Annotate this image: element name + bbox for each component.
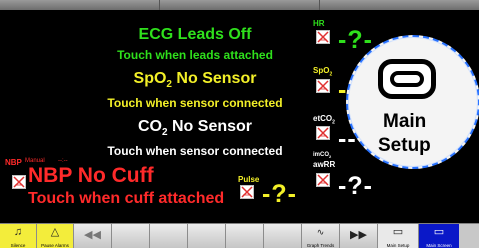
spo2-param-label: SpO2 xyxy=(313,66,332,78)
spo2-alarm-title-rest: No Sensor xyxy=(171,70,257,87)
pulse-no-data-icon[interactable] xyxy=(240,185,254,199)
status-segment xyxy=(320,0,479,10)
silence-icon: ♫ xyxy=(13,226,23,238)
magnifier-label-main: Main xyxy=(383,111,427,132)
nbp-alarm-title[interactable]: NBP No Cuff xyxy=(28,164,168,188)
hr-label: HR xyxy=(313,19,325,28)
toolbar-empty-slot[interactable] xyxy=(150,224,188,248)
status-segment xyxy=(160,0,320,10)
toolbar-empty-slot[interactable] xyxy=(226,224,264,248)
nbp-alarm-subtitle[interactable]: Touch when cuff attached xyxy=(28,190,248,208)
status-segment xyxy=(0,0,160,10)
awrr-label: awRR xyxy=(313,160,336,169)
nbp-label: NBP xyxy=(5,158,22,167)
hr-value[interactable]: -?- xyxy=(338,26,373,55)
nbp-mode-label: Manual xyxy=(25,158,45,164)
co2-alarm-title-rest: No Sensor xyxy=(167,118,253,135)
spo2-alarm-title-text: SpO xyxy=(133,70,167,87)
main-screen-button[interactable]: ▭ Main Screen xyxy=(419,224,459,248)
graph-trends-button[interactable]: ∿ Graph Trends xyxy=(302,224,340,248)
scroll-left-button[interactable]: ◀◀ xyxy=(74,224,112,248)
imco2-label: imCO2 xyxy=(313,152,331,159)
co2-alarm-title-text: CO xyxy=(137,118,162,135)
double-chevron-left-icon: ◀◀ xyxy=(84,229,101,241)
etco2-label-text: etCO xyxy=(313,114,333,123)
silence-label: Silence xyxy=(10,243,26,248)
toolbar-empty-slot[interactable] xyxy=(264,224,302,248)
double-chevron-right-icon: ▶▶ xyxy=(350,229,367,241)
graph-trends-icon: ∿ xyxy=(316,227,325,237)
awrr-no-data-icon[interactable] xyxy=(316,173,330,187)
co2-alarm-subtitle[interactable]: Touch when sensor connected xyxy=(50,144,340,158)
bottom-toolbar: ♫ Silence △ Pause Alarms ◀◀ ∿ Graph Tren… xyxy=(0,223,479,248)
etco2-label-sub: 2 xyxy=(332,119,335,126)
pulse-value[interactable]: -?- xyxy=(262,180,297,209)
pause-alarms-button[interactable]: △ Pause Alarms xyxy=(37,224,74,248)
nbp-time-label: --:-- xyxy=(58,158,68,164)
imco2-label-sub: 2 xyxy=(329,154,332,160)
etco2-label: etCO2 xyxy=(313,114,335,126)
ecg-alarm-subtitle[interactable]: Touch when leads attached xyxy=(50,48,340,62)
spo2-alarm-title[interactable]: SpO2 No Sensor xyxy=(80,70,310,90)
scroll-right-button[interactable]: ▶▶ xyxy=(340,224,378,248)
spo2-no-data-icon[interactable] xyxy=(316,79,330,93)
hr-no-data-icon[interactable] xyxy=(316,30,330,44)
main-setup-zoom-icon xyxy=(378,59,436,99)
imco2-label-text: imCO xyxy=(313,152,330,158)
ecg-alarm-title[interactable]: ECG Leads Off xyxy=(80,26,310,44)
pause-alarms-label: Pause Alarms xyxy=(41,243,69,248)
co2-alarm-title[interactable]: CO2 No Sensor xyxy=(80,118,310,138)
main-setup-icon: ▭ xyxy=(392,226,404,238)
main-setup-button[interactable]: ▭ Main Setup xyxy=(378,224,419,248)
etco2-no-data-icon[interactable] xyxy=(316,126,330,140)
main-setup-label: Main Setup xyxy=(386,243,410,248)
graph-trends-label: Graph Trends xyxy=(306,243,335,248)
top-status-bar xyxy=(0,0,479,10)
silence-button[interactable]: ♫ Silence xyxy=(0,224,37,248)
spo2-param-label-text: SpO xyxy=(313,66,330,75)
alarm-bell-icon: △ xyxy=(50,226,60,238)
pulse-label: Pulse xyxy=(238,175,260,184)
main-screen-label: Main Screen xyxy=(426,243,452,248)
toolbar-empty-slot[interactable] xyxy=(112,224,150,248)
main-setup-magnifier: Main Setup xyxy=(346,35,479,169)
toolbar-empty-slot[interactable] xyxy=(188,224,226,248)
spo2-param-label-sub: 2 xyxy=(329,71,333,78)
awrr-value[interactable]: -?- xyxy=(338,172,373,201)
main-screen-icon: ▭ xyxy=(433,226,445,238)
spo2-alarm-subtitle[interactable]: Touch when sensor connected xyxy=(50,96,340,110)
magnifier-label-setup: Setup xyxy=(378,135,431,156)
nbp-no-data-icon[interactable] xyxy=(12,175,26,189)
